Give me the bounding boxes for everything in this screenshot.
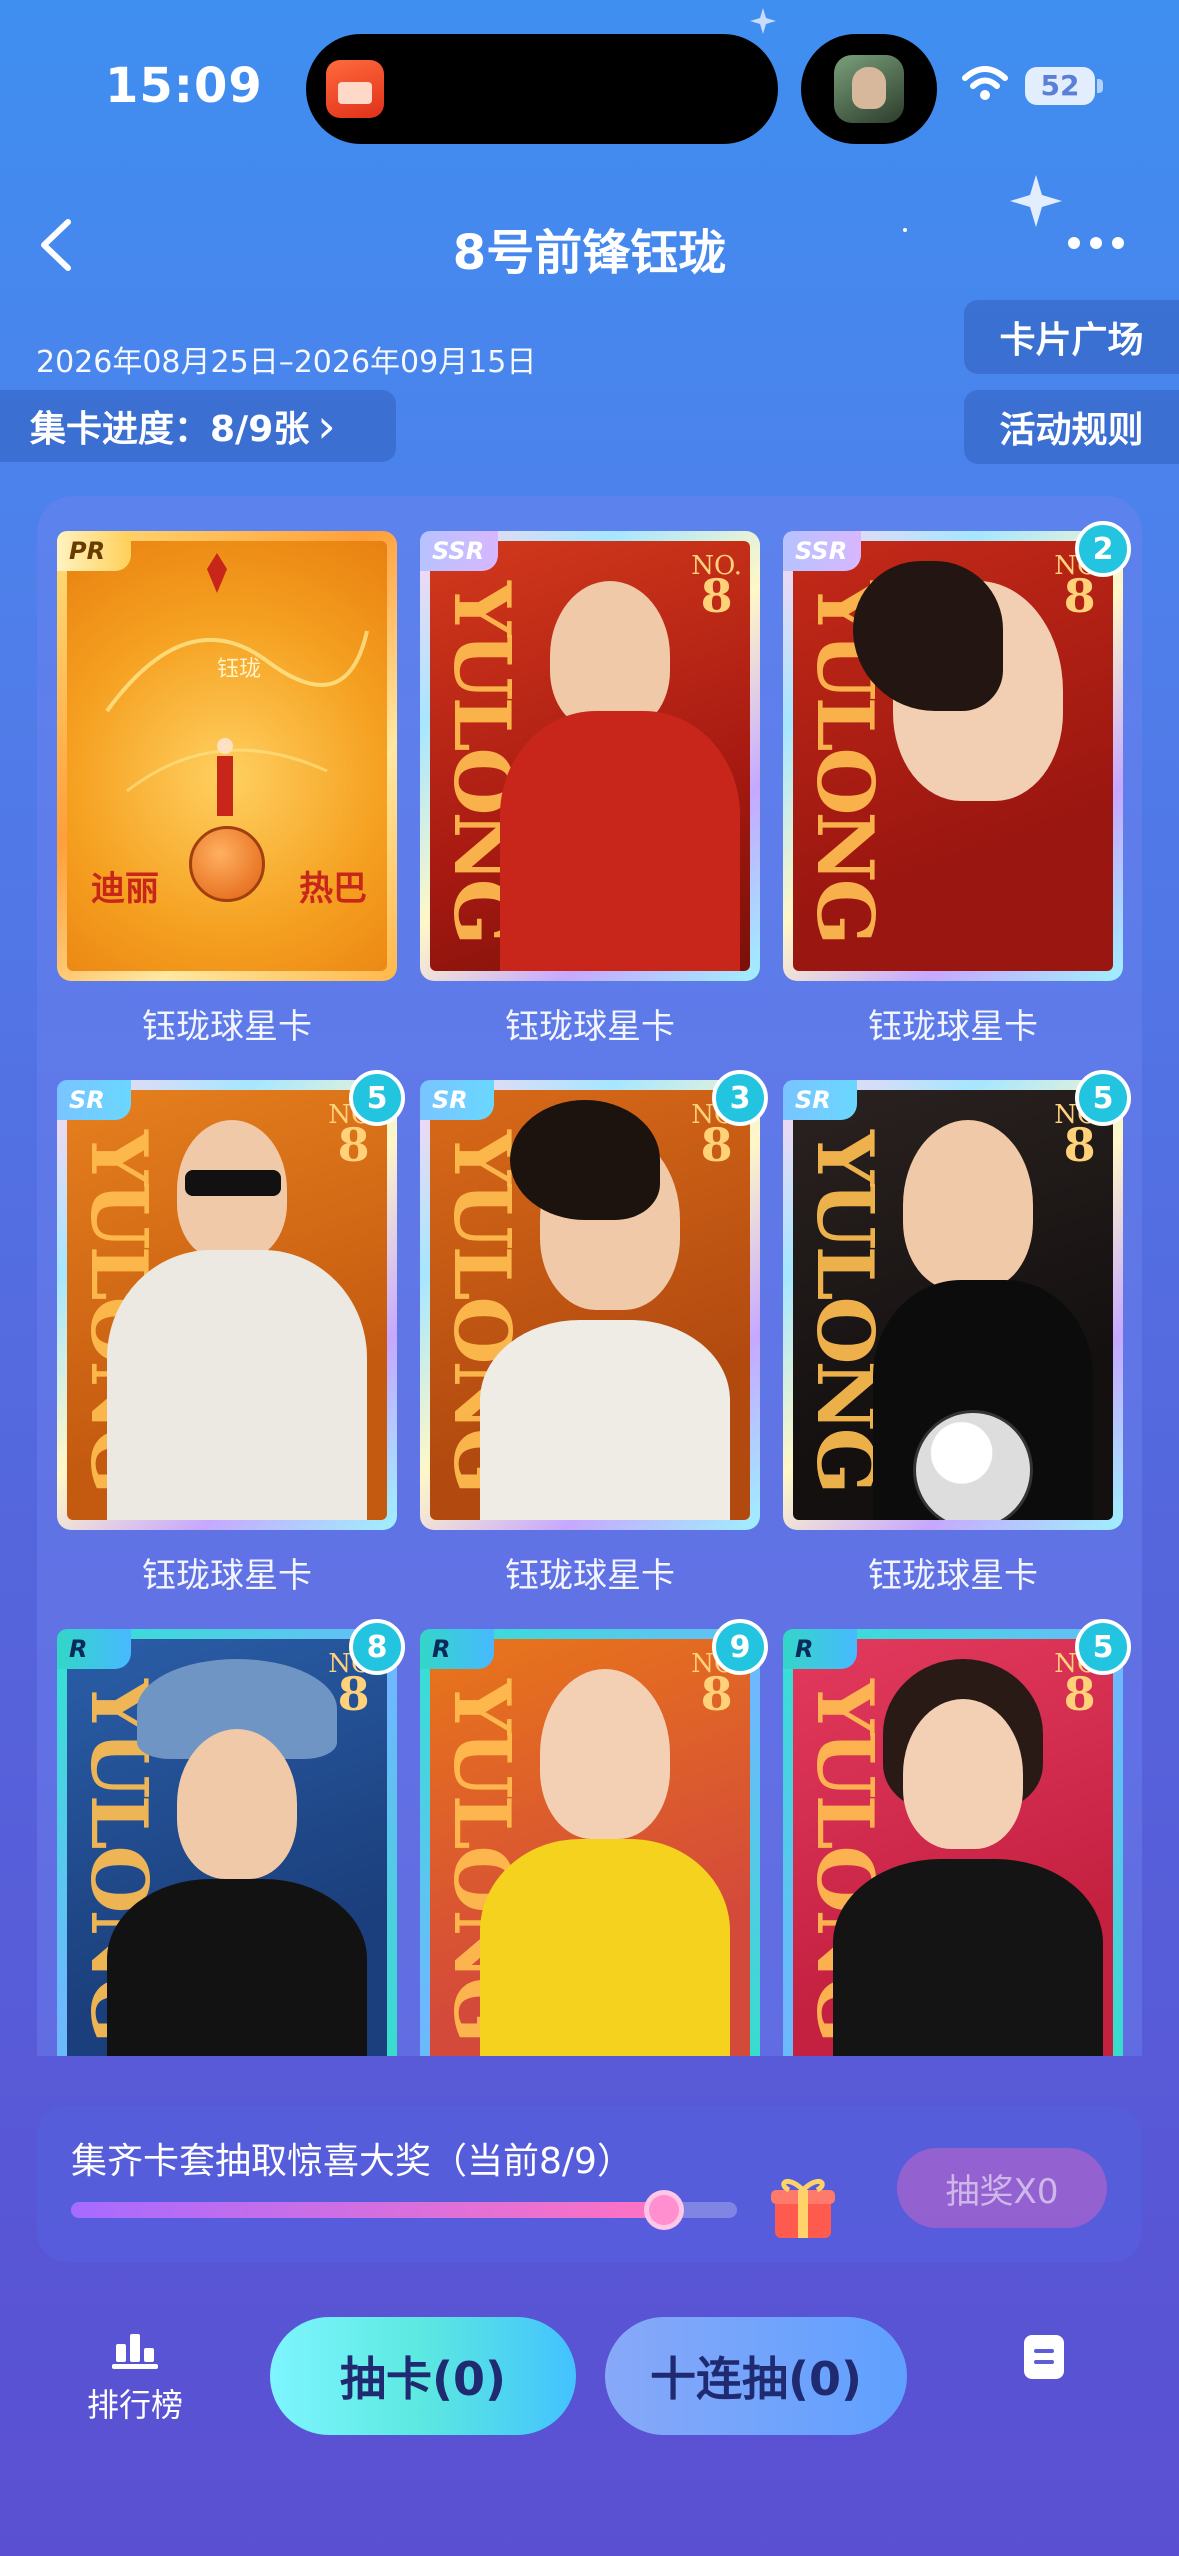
card-grid: 钰珑 迪丽 热巴 PR 钰珑球星卡 YULONG NO. 8 SSR 钰珑球星卡 … <box>37 496 1142 2056</box>
card-plaza-button[interactable]: 卡片广场 <box>964 300 1179 374</box>
rarity-badge: R <box>783 1629 857 1669</box>
rarity-badge: SSR <box>420 531 499 571</box>
dynamic-island <box>306 34 778 144</box>
card-item[interactable]: YULONG NO. 8 SSR 钰珑球星卡 <box>420 531 760 1048</box>
player-hair <box>510 1100 660 1220</box>
card-frame: 钰珑 迪丽 热巴 PR <box>57 531 397 981</box>
app-activity-icon <box>326 60 384 118</box>
player-portrait <box>177 1729 297 1879</box>
card-item[interactable]: YULONG NO. 8 R 5 <box>783 1619 1131 2056</box>
leaderboard-label: 排行榜 <box>86 2386 183 2424</box>
card-item[interactable]: YULONG NO.8 SR 5 钰珑球星卡 <box>783 1070 1131 1597</box>
card-image: YULONG NO.8 <box>430 1090 750 1520</box>
card-frame: YULONG NO.8 SR <box>57 1080 397 1530</box>
rarity-badge: SR <box>57 1080 131 1120</box>
card-frame: YULONG NO. 8 R <box>783 1629 1123 2056</box>
sunglasses <box>185 1170 281 1196</box>
card-image: YULONG NO.8 <box>430 1639 750 2056</box>
draw-card-button[interactable]: 抽卡(0) <box>270 2317 576 2435</box>
player-portrait <box>903 1699 1023 1849</box>
battery-tip <box>1097 79 1103 93</box>
card-frame: YULONG NO. 8 SSR <box>420 531 760 981</box>
battery-icon: 52 <box>1025 67 1095 105</box>
card-frame: YULONG NO.8 SR <box>420 1080 760 1530</box>
card-item[interactable]: YULONG NO. 8 SSR 2 钰珑球星卡 <box>783 521 1131 1048</box>
leaderboard-button[interactable]: 排行榜 <box>80 2330 190 2426</box>
player-top <box>833 1859 1103 2056</box>
leaderboard-icon <box>112 2334 158 2369</box>
card-image: YULONG NO.8 <box>430 541 750 971</box>
progress-label: 集卡进度：8/9张 <box>30 409 310 450</box>
card-count-badge: 5 <box>349 1070 405 1126</box>
card-image: YULONG NO.8 <box>67 1090 387 1520</box>
card-item[interactable]: YULONG NO. 8 SR 3 钰珑球星卡 <box>420 1070 768 1597</box>
more-icon[interactable] <box>1068 228 1138 258</box>
card-frame: YULONG NO.8 SR <box>783 1080 1123 1530</box>
record-icon[interactable] <box>1024 2335 1064 2379</box>
pr-name-1: 钰珑 <box>217 657 262 682</box>
card-item[interactable]: YULONG NO. 8 R 9 <box>420 1619 768 2056</box>
card-item[interactable]: 钰珑 迪丽 热巴 PR 钰珑球星卡 <box>57 531 397 1048</box>
rarity-badge: SR <box>783 1080 857 1120</box>
prize-panel: 集齐卡套抽取惊喜大奖（当前8/9） 抽奖X0 <box>37 2106 1142 2262</box>
card-frame: YULONG NO. 8 R <box>420 1629 760 2056</box>
card-image: YULONG NO.8 <box>793 541 1113 971</box>
card-name: 钰珑球星卡 <box>142 1007 312 1047</box>
rarity-badge: R <box>57 1629 131 1669</box>
player-portrait <box>540 1669 670 1839</box>
lottery-button[interactable]: 抽奖X0 <box>897 2148 1107 2228</box>
player-jersey <box>500 711 740 971</box>
ten-draw-button[interactable]: 十连抽(0) <box>605 2317 907 2435</box>
card-image: YULONG NO.8 <box>793 1639 1113 2056</box>
card-number: NO. 8 <box>691 551 742 623</box>
player-jacket <box>480 1320 730 1520</box>
prize-text: 集齐卡套抽取惊喜大奖（当前8/9） <box>71 2141 633 2182</box>
rarity-badge: PR <box>57 531 131 571</box>
prize-progress-knob <box>643 2190 684 2230</box>
card-count-badge: 5 <box>1075 1070 1131 1126</box>
card-name: 钰珑球星卡 <box>868 1556 1038 1596</box>
player-portrait <box>550 581 670 731</box>
card-count-badge: 8 <box>349 1619 405 1675</box>
wifi-icon <box>962 66 1008 100</box>
rules-button[interactable]: 活动规则 <box>964 390 1179 464</box>
card-count-badge: 5 <box>1075 1619 1131 1675</box>
player-portrait <box>903 1120 1033 1290</box>
card-count-badge: 2 <box>1075 521 1131 577</box>
rarity-badge: SSR <box>783 531 862 571</box>
gift-icon <box>771 2178 835 2238</box>
avatar <box>834 55 904 123</box>
card-image: 钰珑 迪丽 热巴 <box>67 541 387 971</box>
page-title: 8号前锋钰珑 <box>452 225 727 281</box>
card-image: YULONG NO.8 <box>793 1090 1113 1520</box>
card-item[interactable]: YULONG NO.8 SR 5 钰珑球星卡 <box>57 1070 405 1597</box>
football-icon <box>189 826 265 902</box>
card-name: 钰珑球星卡 <box>505 1007 675 1047</box>
rarity-badge: R <box>420 1629 494 1669</box>
prize-progress-fill <box>71 2202 664 2218</box>
football-icon <box>913 1410 1033 1520</box>
player-top <box>480 1839 730 2056</box>
date-range: 2026年08月25日–2026年09月15日 <box>36 345 537 380</box>
collection-progress-button[interactable]: 集卡进度：8/9张 › <box>0 390 396 462</box>
card-image: YULONG NO.8 <box>67 1639 387 2056</box>
chevron-right-icon: › <box>317 399 336 453</box>
pr-right-text: 热巴 <box>299 869 367 909</box>
card-name: 钰珑球星卡 <box>868 1007 1038 1047</box>
card-count-badge: 9 <box>712 1619 768 1675</box>
card-frame: YULONG NO. 8 R <box>57 1629 397 2056</box>
card-frame: YULONG NO. 8 SSR <box>783 531 1123 981</box>
rarity-badge: SR <box>420 1080 494 1120</box>
card-count-badge: 3 <box>712 1070 768 1126</box>
status-time: 15:09 <box>105 58 263 114</box>
card-name: 钰珑球星卡 <box>505 1556 675 1596</box>
card-item[interactable]: YULONG NO. 8 R 8 <box>57 1619 405 2056</box>
card-name: 钰珑球星卡 <box>142 1556 312 1596</box>
pr-left-text: 迪丽 <box>91 869 159 909</box>
player-jacket <box>107 1250 367 1520</box>
player-top <box>107 1879 367 2056</box>
dynamic-island-avatar <box>801 34 937 144</box>
prize-progress-bar <box>71 2190 737 2230</box>
